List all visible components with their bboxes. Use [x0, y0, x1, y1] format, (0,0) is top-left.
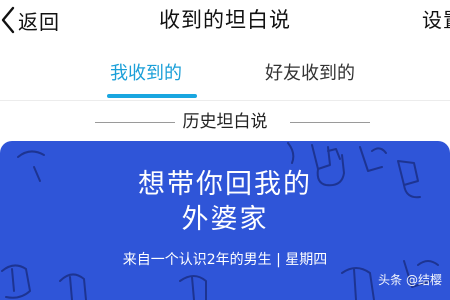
watermark: 头条 @结樱 [378, 273, 442, 287]
confession-page: 返回 收到的坦白说 设置 我收到的 好友收到的 历史坦白说 [0, 0, 450, 300]
page-title: 收到的坦白说 [159, 8, 291, 32]
tab-received[interactable]: 我收到的 [110, 62, 182, 86]
confession-meta: 来自一个认识2年的男生 | 星期四 [122, 252, 328, 268]
divider [290, 122, 370, 123]
section-header: 历史坦白说 [0, 110, 450, 136]
divider [0, 100, 450, 101]
settings-button[interactable]: 设置 [422, 4, 450, 36]
section-title: 历史坦白说 [182, 112, 268, 132]
confession-card[interactable]: 想带你回我的 外婆家 来自一个认识2年的男生 | 星期四 头条 @结樱 [0, 141, 450, 300]
confession-message: 想带你回我的 外婆家 [0, 167, 450, 237]
active-tab-indicator [107, 94, 197, 98]
top-bar: 返回 收到的坦白说 设置 [0, 0, 450, 40]
tab-friends-received[interactable]: 好友收到的 [265, 62, 355, 86]
confession-message-line: 外婆家 [181, 204, 269, 235]
tab-bar: 我收到的 好友收到的 [0, 52, 450, 100]
confession-message-line: 想带你回我的 [138, 169, 312, 200]
